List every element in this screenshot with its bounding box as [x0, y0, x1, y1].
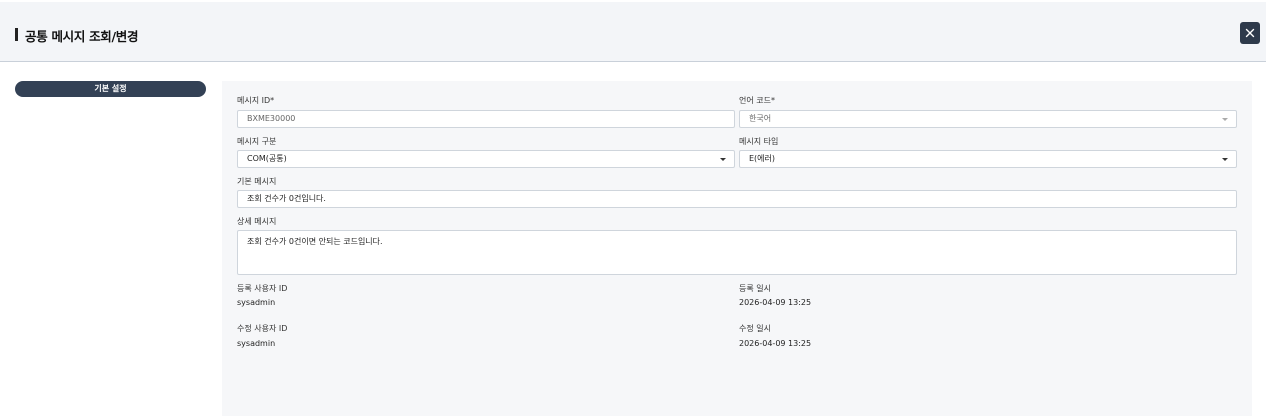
close-icon — [1245, 28, 1255, 38]
message-id-field[interactable]: BXME30000 — [237, 110, 735, 128]
language-code-select[interactable]: 한국어 — [739, 110, 1237, 128]
message-category-label: 메시지 구분 — [237, 137, 277, 146]
basic-message-input[interactable]: 조회 건수가 0건입니다. — [237, 190, 1237, 208]
language-code-value: 한국어 — [749, 114, 772, 123]
page-header: 공통 메시지 조회/변경 — [0, 2, 1266, 62]
registered-at-value: 2026-04-09 13:25 — [739, 298, 812, 307]
title-accent-bar — [15, 28, 18, 41]
message-id-value: BXME30000 — [247, 114, 296, 123]
detail-message-value: 조회 건수가 0건이면 안되는 코드입니다. — [247, 237, 383, 246]
chevron-down-icon — [1222, 118, 1228, 121]
message-category-select[interactable]: COM(공통) — [237, 150, 735, 168]
registered-user-value: sysadmin — [237, 298, 276, 307]
message-type-value: E(에러) — [749, 154, 776, 163]
modified-user-value: sysadmin — [237, 339, 276, 348]
page-title: 공통 메시지 조회/변경 — [25, 29, 139, 44]
chevron-down-icon — [720, 158, 726, 161]
close-button[interactable] — [1240, 22, 1260, 44]
chevron-down-icon — [1222, 158, 1228, 161]
registered-user-label: 등록 사용자 ID — [237, 284, 288, 293]
detail-message-textarea[interactable]: 조회 건수가 0건이면 안되는 코드입니다. — [237, 230, 1237, 275]
modified-user-label: 수정 사용자 ID — [237, 324, 288, 333]
message-category-value: COM(공통) — [247, 154, 287, 163]
modified-at-value: 2026-04-09 13:25 — [739, 339, 812, 348]
basic-message-value: 조회 건수가 0건입니다. — [247, 194, 326, 203]
message-id-label: 메시지 ID* — [237, 96, 275, 105]
basic-message-label: 기본 메시지 — [237, 177, 277, 186]
modified-at-label: 수정 일시 — [739, 324, 771, 333]
registered-at-label: 등록 일시 — [739, 284, 771, 293]
language-code-label: 언어 코드* — [739, 96, 775, 105]
detail-message-label: 상세 메시지 — [237, 217, 277, 226]
message-type-select[interactable]: E(에러) — [739, 150, 1237, 168]
message-type-label: 메시지 타입 — [739, 137, 779, 146]
tab-basic-settings[interactable]: 기본 설정 — [15, 81, 206, 97]
